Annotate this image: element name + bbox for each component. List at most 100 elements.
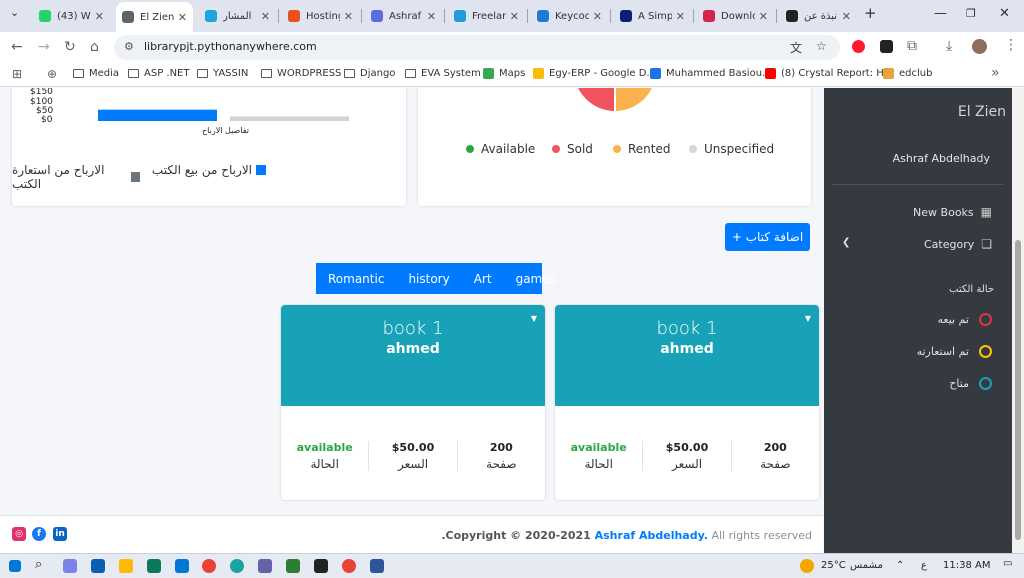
author-link[interactable]: Ashraf Abdelhady. bbox=[591, 529, 708, 542]
translate-icon[interactable]: 文 bbox=[790, 39, 802, 56]
app-icon[interactable] bbox=[63, 559, 77, 573]
book-card[interactable]: ▼ book 1 ahmed 200 صفحة $50.00 السعر ava… bbox=[555, 305, 819, 500]
brand-title[interactable]: El Zien bbox=[958, 104, 1006, 120]
app-icon[interactable] bbox=[258, 559, 272, 573]
weather-icon[interactable] bbox=[800, 559, 814, 573]
instagram-icon[interactable]: ◎ bbox=[12, 527, 26, 541]
tab-close-icon[interactable]: ✕ bbox=[510, 10, 519, 23]
scrollbar-thumb[interactable] bbox=[1015, 240, 1021, 540]
status-rented[interactable]: تم استعارته bbox=[917, 345, 992, 358]
tab-close-icon[interactable]: ✕ bbox=[759, 10, 768, 23]
bookmark-item[interactable]: ASP .NET bbox=[128, 68, 189, 79]
tab-2[interactable]: المشار ✕ bbox=[199, 4, 276, 28]
tab-close-icon[interactable]: ✕ bbox=[344, 10, 353, 23]
language-indicator[interactable]: ع bbox=[921, 560, 927, 571]
forward-icon[interactable]: → bbox=[38, 39, 50, 55]
menu-icon[interactable]: ⋮ bbox=[1004, 37, 1018, 53]
book-dropdown-icon[interactable]: ▼ bbox=[805, 314, 811, 323]
tab-7[interactable]: A Simp ✕ bbox=[614, 4, 691, 28]
clock[interactable]: 11:38 AM bbox=[943, 560, 990, 571]
filter-art[interactable]: Art bbox=[462, 263, 504, 294]
search-icon[interactable]: ⌕ bbox=[35, 557, 42, 572]
back-icon[interactable]: ← bbox=[11, 39, 23, 55]
bookmark-item[interactable]: (8) Crystal Report: H... bbox=[765, 68, 893, 79]
status-available[interactable]: متاح bbox=[949, 377, 992, 390]
file-explorer-icon[interactable] bbox=[119, 559, 133, 573]
bookmark-item[interactable]: Muhammed Basiou... bbox=[650, 68, 772, 79]
window-close-icon[interactable]: ✕ bbox=[999, 6, 1010, 21]
chrome-icon[interactable] bbox=[342, 559, 356, 573]
bookmarks-more-icon[interactable]: » bbox=[991, 65, 1000, 81]
tab-5[interactable]: Freelan ✕ bbox=[448, 4, 525, 28]
app-icon[interactable] bbox=[147, 559, 161, 573]
address-bar[interactable]: ⚙ librarypjt.pythonanywhere.com 文 ☆ bbox=[114, 35, 840, 60]
tab-close-icon[interactable]: ✕ bbox=[261, 10, 270, 23]
downloads-icon[interactable]: ⤓ bbox=[946, 38, 952, 54]
word-icon[interactable] bbox=[370, 559, 384, 573]
notifications-icon[interactable]: ▭ bbox=[1003, 558, 1012, 569]
folder-icon bbox=[344, 69, 355, 78]
bookmark-item[interactable]: Media bbox=[73, 68, 119, 79]
tab-8[interactable]: Downlo ✕ bbox=[697, 4, 774, 28]
add-book-button[interactable]: + اضافة كتاب bbox=[725, 223, 810, 251]
book-card[interactable]: ▼ book 1 ahmed 200 صفحة $50.00 السعر ava… bbox=[281, 305, 545, 500]
bookmark-star-icon[interactable]: ☆ bbox=[816, 39, 827, 53]
tab-close-icon[interactable]: ✕ bbox=[842, 10, 851, 23]
globe-icon[interactable]: ⊕ bbox=[47, 67, 57, 81]
tab-6[interactable]: Keycod ✕ bbox=[531, 4, 608, 28]
windows-start-icon[interactable] bbox=[9, 560, 21, 572]
book-dropdown-icon[interactable]: ▼ bbox=[531, 314, 537, 323]
minimize-icon[interactable]: — bbox=[934, 6, 947, 21]
tab-search-icon[interactable]: ⌄ bbox=[10, 6, 19, 19]
pie-slice-sold bbox=[575, 88, 616, 114]
new-tab-button[interactable]: + bbox=[864, 4, 877, 22]
tab-9[interactable]: نبذة عن ✕ bbox=[780, 4, 857, 28]
linkedin-icon[interactable]: in bbox=[53, 527, 67, 541]
bookmark-item[interactable]: Egy-ERP - Google D... bbox=[533, 68, 656, 79]
reload-icon[interactable]: ↻ bbox=[64, 39, 76, 55]
chrome-icon[interactable] bbox=[202, 559, 216, 573]
tab-1[interactable]: El Zien ✕ bbox=[116, 2, 193, 32]
vscode-icon[interactable] bbox=[175, 559, 189, 573]
extension-icon[interactable] bbox=[880, 40, 893, 53]
filter-games[interactable]: games bbox=[504, 263, 568, 294]
tab-close-icon[interactable]: ✕ bbox=[676, 10, 685, 23]
folder-icon bbox=[197, 69, 208, 78]
extensions-puzzle-icon[interactable]: ⧉ bbox=[907, 38, 917, 54]
chevron-left-icon[interactable]: ❮ bbox=[842, 237, 850, 248]
profile-avatar[interactable] bbox=[972, 39, 987, 54]
home-icon[interactable]: ⌂ bbox=[90, 39, 99, 55]
status-sold[interactable]: تم بيعه bbox=[938, 313, 992, 326]
opera-extension-icon[interactable] bbox=[852, 40, 865, 53]
weather-text: مشمس bbox=[850, 560, 883, 571]
bookmark-item[interactable]: Maps bbox=[483, 68, 525, 79]
edge-icon[interactable] bbox=[230, 559, 244, 573]
site-info-icon[interactable]: ⚙ bbox=[124, 40, 134, 53]
outlook-icon[interactable] bbox=[91, 559, 105, 573]
tab-0[interactable]: (43) Wh ✕ bbox=[33, 4, 110, 28]
tab-3[interactable]: Hosting ✕ bbox=[282, 4, 359, 28]
bookmark-item[interactable]: edclub bbox=[883, 68, 932, 79]
restore-icon[interactable]: ❐ bbox=[966, 7, 976, 20]
bookmark-item[interactable]: Django bbox=[344, 68, 395, 79]
user-name[interactable]: Ashraf Abdelhady bbox=[893, 152, 990, 165]
terminal-icon[interactable] bbox=[314, 559, 328, 573]
tab-close-icon[interactable]: ✕ bbox=[178, 11, 187, 24]
sidebar-item-new-books[interactable]: New Books ▦ bbox=[913, 205, 992, 219]
tab-label: (43) Wh bbox=[57, 10, 91, 22]
bookmark-item[interactable]: EVA System bbox=[405, 68, 481, 79]
filter-romantic[interactable]: Romantic bbox=[316, 263, 396, 294]
tab-4[interactable]: Ashraf ✕ bbox=[365, 4, 442, 28]
tray-chevron-icon[interactable]: ⌃ bbox=[896, 560, 904, 571]
bookmark-item[interactable]: YASSIN bbox=[197, 68, 248, 79]
facebook-icon[interactable]: f bbox=[32, 527, 46, 541]
apps-icon[interactable]: ⊞ bbox=[12, 67, 22, 81]
bookmark-item[interactable]: WORDPRESS bbox=[261, 68, 341, 79]
filter-history[interactable]: history bbox=[396, 263, 461, 294]
tab-close-icon[interactable]: ✕ bbox=[95, 10, 104, 23]
tab-close-icon[interactable]: ✕ bbox=[593, 10, 602, 23]
app-icon[interactable] bbox=[286, 559, 300, 573]
page-scrollbar[interactable] bbox=[1012, 88, 1024, 553]
tab-close-icon[interactable]: ✕ bbox=[427, 10, 436, 23]
sidebar-item-category[interactable]: Category ❏ bbox=[924, 237, 992, 251]
